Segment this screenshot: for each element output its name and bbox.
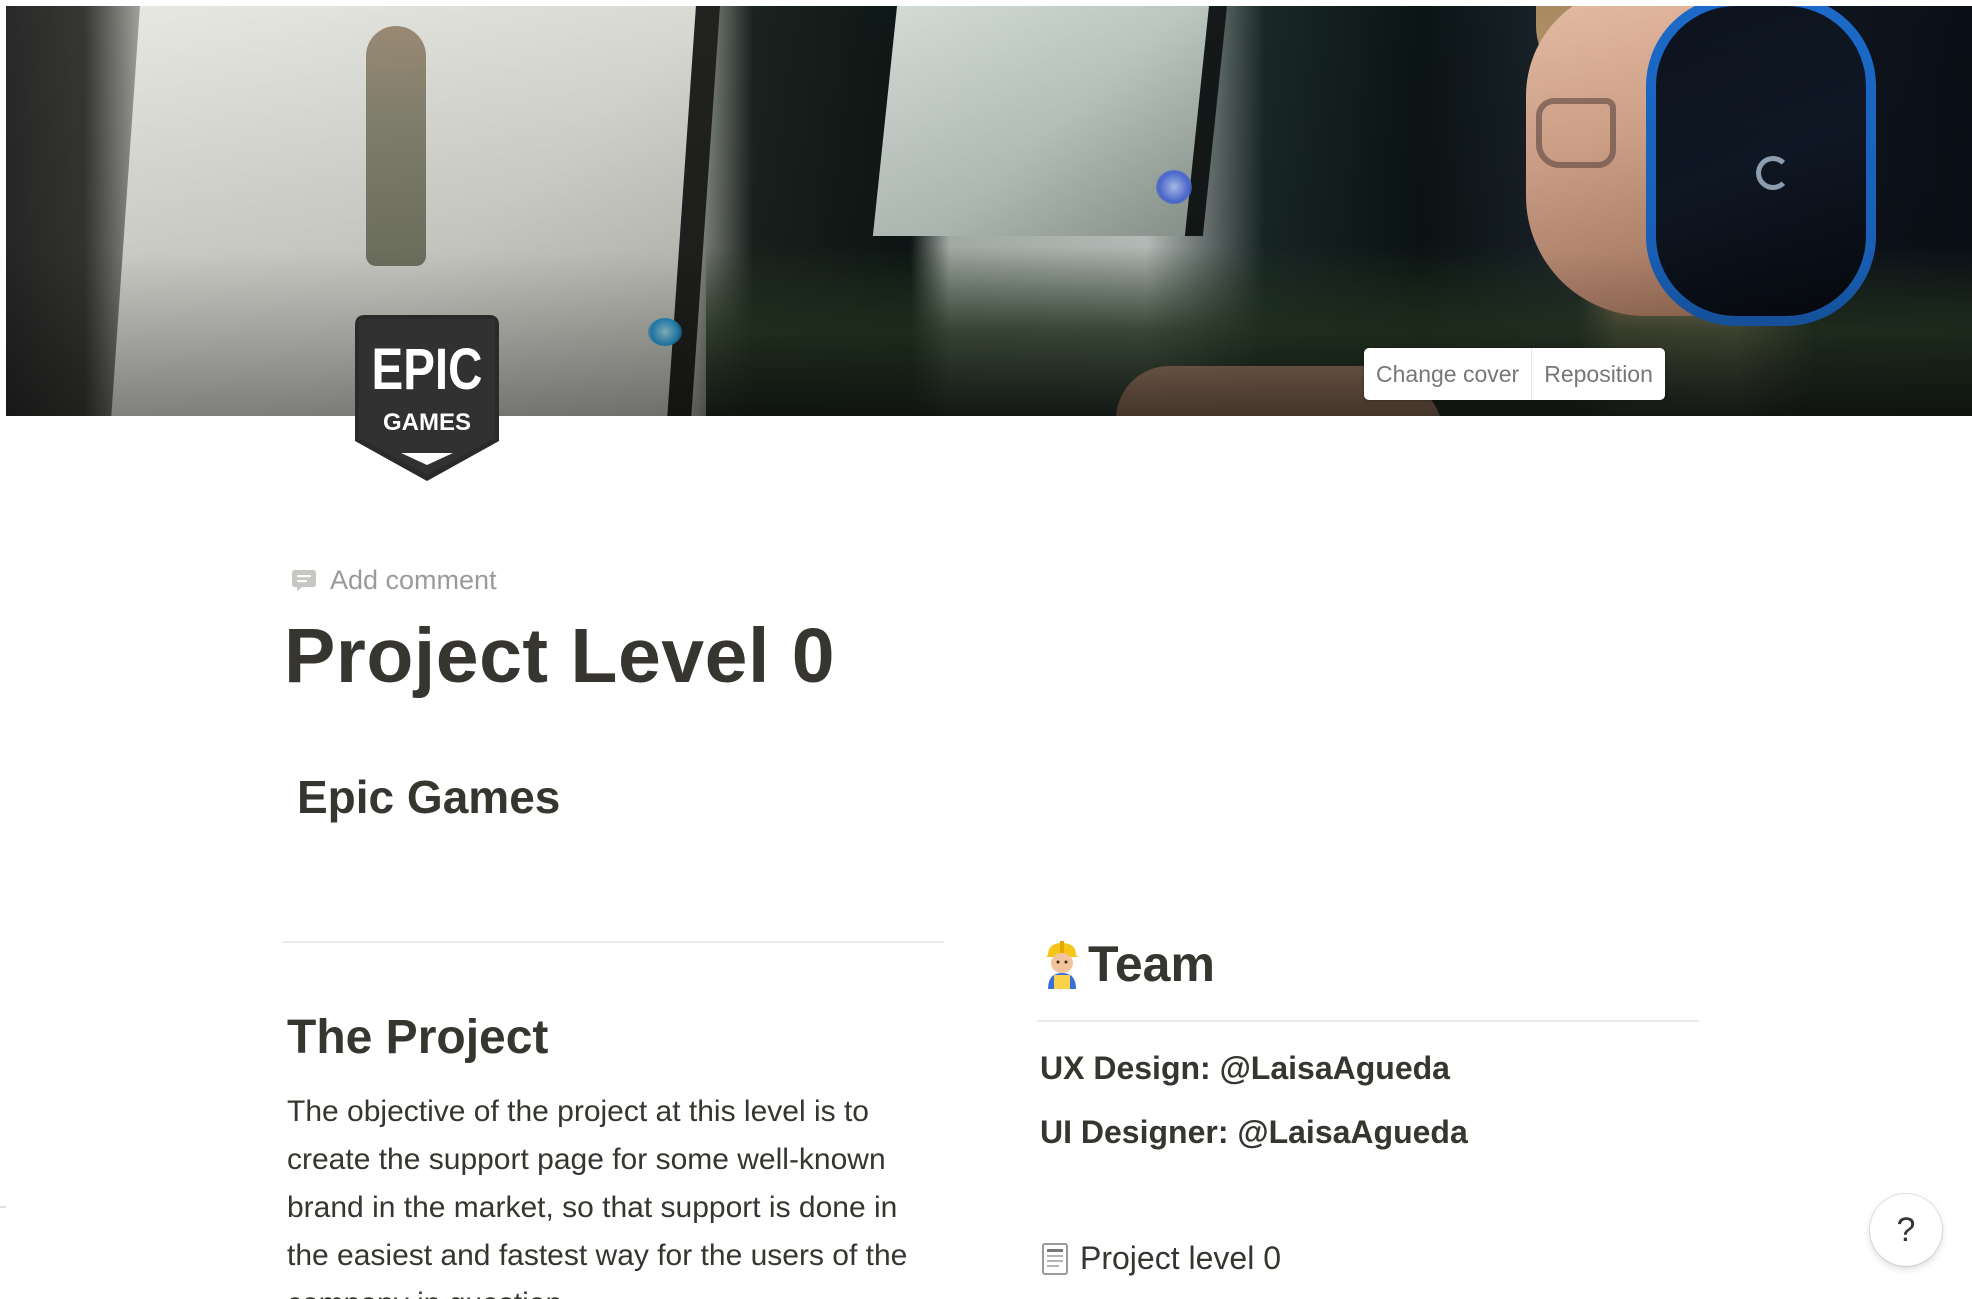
epic-games-logo-icon: EPIC GAMES [355,315,499,481]
team-heading[interactable]: Team [1042,935,1215,993]
subpage-link-label: Project level 0 [1080,1240,1281,1276]
page-title[interactable]: Project Level 0 [284,612,835,701]
project-heading[interactable]: The Project [287,1010,548,1065]
notion-page: Change cover Reposition EPIC GAMES Add c… [0,0,1972,1299]
subpage-link-project-level-0[interactable]: Project level 0 [1042,1240,1281,1277]
cover-actions: Change cover Reposition [1364,348,1665,400]
team-member-ux[interactable]: UX Design: @LaisaAgueda [1040,1050,1450,1087]
divider [1037,1020,1699,1022]
comment-icon [292,570,316,591]
help-button[interactable]: ? [1870,1194,1942,1266]
logo-epic-text: EPIC [372,338,483,403]
cover-shade [6,6,1972,416]
cover-image[interactable] [6,6,1972,416]
reposition-button[interactable]: Reposition [1531,348,1665,400]
team-member-ui[interactable]: UI Designer: @LaisaAgueda [1040,1114,1468,1151]
add-comment-button[interactable]: Add comment [290,560,497,600]
change-cover-button[interactable]: Change cover [1364,348,1531,400]
subtitle-heading[interactable]: Epic Games [297,770,560,824]
divider [282,941,944,943]
logo-games-text: GAMES [383,409,471,436]
project-paragraph[interactable]: The objective of the project at this lev… [287,1088,947,1299]
page-doc-icon [1042,1242,1068,1275]
add-comment-label: Add comment [330,564,497,595]
page-icon[interactable]: EPIC GAMES [355,315,499,481]
left-edge-line [0,1206,6,1208]
construction-worker-icon [1046,941,1078,989]
team-heading-label: Team [1088,936,1215,992]
